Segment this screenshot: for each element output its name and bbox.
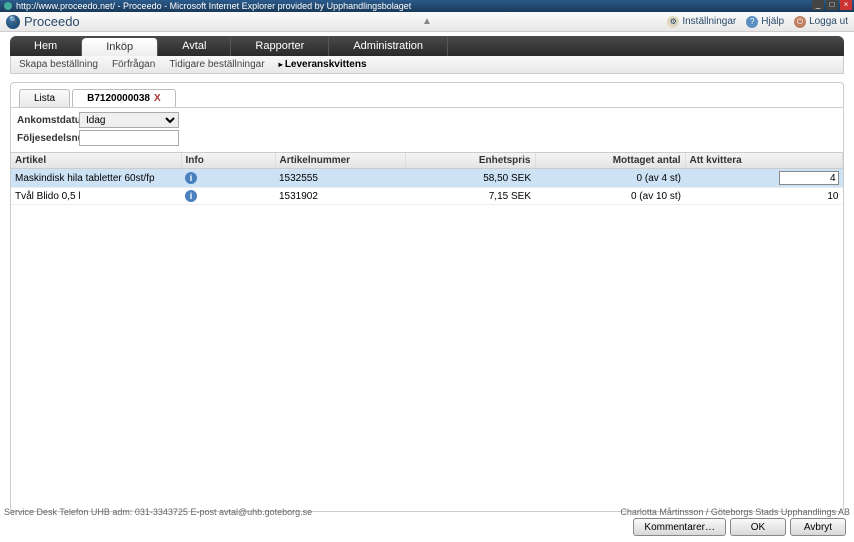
nav-hem[interactable]: Hem [10, 36, 82, 56]
ok-button[interactable]: OK [730, 518, 786, 536]
footer-left: Service Desk Telefon UHB adm: 031-334372… [4, 507, 312, 517]
col-artikel[interactable]: Artikel [11, 153, 181, 169]
logout-icon: ⏻ [794, 16, 806, 28]
subnav-tidigare-bestallningar[interactable]: Tidigare beställningar [169, 59, 264, 70]
foljesedelsnummer-label: Följesedelsnummer [17, 133, 79, 144]
help-label: Hjälp [761, 16, 784, 27]
col-artikelnummer[interactable]: Artikelnummer [275, 153, 405, 169]
logout-link[interactable]: ⏻ Logga ut [794, 16, 848, 28]
sub-nav: Skapa beställning Förfrågan Tidigare bes… [10, 56, 844, 74]
tab-lista-label: Lista [34, 93, 55, 104]
info-icon[interactable]: i [185, 172, 197, 184]
logout-label: Logga ut [809, 16, 848, 27]
info-icon[interactable]: i [185, 190, 197, 202]
cell-mottaget: 0 (av 10 st) [535, 188, 685, 205]
proceedo-logo-icon [6, 15, 20, 29]
header-arrow-icon[interactable]: ▲ [422, 16, 432, 27]
close-button[interactable]: × [840, 0, 852, 10]
brand-name: Proceedo [24, 14, 80, 29]
col-info[interactable]: Info [181, 153, 275, 169]
ie-icon [4, 2, 12, 10]
cell-mottaget: 0 (av 4 st) [535, 169, 685, 188]
cell-artikel: Maskindisk hila tabletter 60st/fp [11, 169, 181, 188]
cell-artikelnummer: 1531902 [275, 188, 405, 205]
help-icon: ? [746, 16, 758, 28]
tab-order-label: B7120000038 [87, 93, 150, 104]
subnav-skapa-bestallning[interactable]: Skapa beställning [19, 59, 98, 70]
tab-close-icon[interactable]: X [154, 93, 161, 104]
items-table: Artikel Info Artikelnummer Enhetspris Mo… [11, 153, 843, 205]
ankomstdatum-label: Ankomstdatum [17, 115, 79, 126]
nav-avtal[interactable]: Avtal [158, 36, 231, 56]
nav-rapporter[interactable]: Rapporter [231, 36, 329, 56]
tab-lista[interactable]: Lista [19, 89, 70, 107]
content-panel: Lista B7120000038 X Ankomstdatum Idag Fö… [10, 82, 844, 512]
ankomstdatum-select[interactable]: Idag [79, 112, 179, 128]
nav-administration[interactable]: Administration [329, 36, 448, 56]
cell-enhetspris: 58,50 SEK [405, 169, 535, 188]
cell-artikel: Tvål Blido 0,5 l [11, 188, 181, 205]
foljesedelsnummer-input[interactable] [79, 130, 179, 146]
settings-label: Inställningar [682, 16, 736, 27]
col-enhetspris[interactable]: Enhetspris [405, 153, 535, 169]
window-controls: _ □ × [812, 0, 852, 10]
tab-order[interactable]: B7120000038 X [72, 89, 176, 107]
cell-enhetspris: 7,15 SEK [405, 188, 535, 205]
minimize-button[interactable]: _ [812, 0, 824, 10]
footer-right: Charlotta Mårtinsson / Göteborgs Stads U… [620, 507, 850, 517]
kvittera-input[interactable] [779, 171, 839, 185]
cell-kvittera: 10 [685, 188, 843, 205]
subnav-leveranskvittens[interactable]: Leveranskvittens [279, 59, 367, 70]
nav-inkop[interactable]: Inköp [82, 38, 158, 56]
settings-link[interactable]: ⚙ Inställningar [667, 16, 736, 28]
col-mottaget-antal[interactable]: Mottaget antal [535, 153, 685, 169]
cell-artikelnummer: 1532555 [275, 169, 405, 188]
table-wrap: Artikel Info Artikelnummer Enhetspris Mo… [11, 152, 843, 511]
subnav-forfragan[interactable]: Förfrågan [112, 59, 155, 70]
app-header: Proceedo ▲ ⚙ Inställningar ? Hjälp ⏻ Log… [0, 12, 854, 32]
maximize-button[interactable]: □ [826, 0, 838, 10]
kommentarer-button[interactable]: Kommentarer… [633, 518, 726, 536]
status-bar: Service Desk Telefon UHB adm: 031-334372… [4, 507, 850, 517]
tab-row: Lista B7120000038 X [11, 83, 843, 107]
settings-icon: ⚙ [667, 16, 679, 28]
table-header-row: Artikel Info Artikelnummer Enhetspris Mo… [11, 153, 843, 169]
table-row[interactable]: Maskindisk hila tabletter 60st/fp i 1532… [11, 169, 843, 188]
col-att-kvittera[interactable]: Att kvittera [685, 153, 843, 169]
avbryt-button[interactable]: Avbryt [790, 518, 846, 536]
window-title: http://www.proceedo.net/ - Proceedo - Mi… [16, 1, 411, 11]
table-row[interactable]: Tvål Blido 0,5 l i 1531902 7,15 SEK 0 (a… [11, 188, 843, 205]
main-nav: Hem Inköp Avtal Rapporter Administration [10, 36, 844, 56]
help-link[interactable]: ? Hjälp [746, 16, 784, 28]
browser-title-bar: http://www.proceedo.net/ - Proceedo - Mi… [0, 0, 854, 12]
form-area: Ankomstdatum Idag Följesedelsnummer [11, 107, 843, 152]
